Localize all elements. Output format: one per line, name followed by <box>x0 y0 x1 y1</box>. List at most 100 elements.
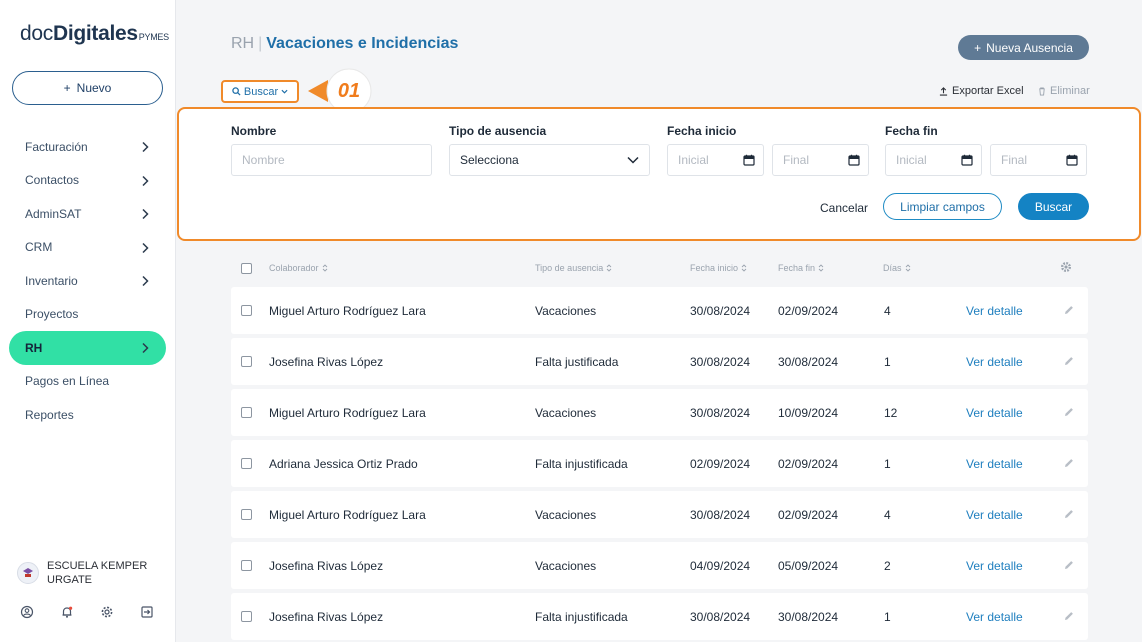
company-info[interactable]: ESCUELA KEMPER URGATE <box>17 559 157 587</box>
column-tipo[interactable]: Tipo de ausencia <box>535 263 612 273</box>
edit-pencil-icon[interactable] <box>1063 559 1075 571</box>
calendar-icon[interactable] <box>743 154 755 166</box>
user-icon[interactable] <box>20 605 34 619</box>
gear-icon[interactable] <box>100 605 114 619</box>
sidebar-item-facturación[interactable]: Facturación <box>0 130 176 164</box>
sidebar-item-label: Reportes <box>25 407 74 422</box>
sidebar-item-adminsat[interactable]: AdminSAT <box>0 197 176 231</box>
export-excel-button[interactable]: Exportar Excel <box>939 85 1024 97</box>
calendar-icon[interactable] <box>961 154 973 166</box>
clear-fields-button[interactable]: Limpiar campos <box>883 193 1002 220</box>
calendar-icon[interactable] <box>1066 154 1078 166</box>
search-icon <box>232 87 241 96</box>
column-fecha-fin[interactable]: Fecha fin <box>778 263 824 273</box>
view-detail-link[interactable]: Ver detalle <box>966 457 1023 471</box>
cell-fecha-fin: 10/09/2024 <box>778 406 839 420</box>
chevron-right-icon <box>142 175 149 186</box>
start-date-initial-input[interactable]: Inicial <box>667 144 764 176</box>
absence-type-select[interactable]: Selecciona <box>449 144 650 176</box>
sidebar-item-rh[interactable]: RH <box>9 331 166 365</box>
end-date-final-input[interactable]: Final <box>990 144 1087 176</box>
sidebar-item-label: CRM <box>25 240 53 255</box>
edit-pencil-icon[interactable] <box>1063 508 1075 520</box>
settings-gear-icon[interactable] <box>1060 261 1072 273</box>
school-icon <box>23 568 33 577</box>
absence-type-value: Selecciona <box>460 153 519 167</box>
edit-pencil-icon[interactable] <box>1063 406 1075 418</box>
view-detail-link[interactable]: Ver detalle <box>966 355 1023 369</box>
cell-fecha-fin: 30/08/2024 <box>778 355 839 369</box>
view-detail-link[interactable]: Ver detalle <box>966 508 1023 522</box>
name-input[interactable]: Nombre <box>231 144 432 176</box>
table-row[interactable]: Miguel Arturo Rodríguez Lara Vacaciones 30… <box>231 389 1088 436</box>
table-row[interactable]: Josefina Rivas López Falta justificada 30/… <box>231 338 1088 385</box>
cell-fecha-inicio: 04/09/2024 <box>690 559 751 573</box>
column-label: Tipo de ausencia <box>535 263 604 273</box>
select-all-checkbox[interactable] <box>241 263 252 274</box>
row-checkbox[interactable] <box>241 458 252 469</box>
new-button[interactable]: + Nuevo <box>12 71 163 105</box>
sidebar-item-inventario[interactable]: Inventario <box>0 264 176 298</box>
cell-colaborador: Josefina Rivas López <box>269 355 384 369</box>
table-row[interactable]: Adriana Jessica Ortiz Prado Falta injusti… <box>231 440 1088 487</box>
column-dias[interactable]: Días <box>883 263 911 273</box>
cell-colaborador: Miguel Arturo Rodríguez Lara <box>269 406 426 420</box>
sidebar-item-label: Inventario <box>25 273 78 288</box>
sidebar-item-proyectos[interactable]: Proyectos <box>0 298 176 332</box>
new-absence-button[interactable]: + Nueva Ausencia <box>958 35 1089 60</box>
column-fecha-inicio[interactable]: Fecha inicio <box>690 263 747 273</box>
cancel-button[interactable]: Cancelar <box>820 201 868 215</box>
end-date-initial-input[interactable]: Inicial <box>885 144 982 176</box>
view-detail-link[interactable]: Ver detalle <box>966 406 1023 420</box>
edit-pencil-icon[interactable] <box>1063 304 1075 316</box>
search-submit-button[interactable]: Buscar <box>1018 193 1089 220</box>
edit-pencil-icon[interactable] <box>1063 457 1075 469</box>
row-checkbox[interactable] <box>241 356 252 367</box>
breadcrumb-rh[interactable]: RH <box>231 35 254 52</box>
delete-button[interactable]: Eliminar <box>1038 85 1090 97</box>
cell-fecha-inicio: 02/09/2024 <box>690 457 751 471</box>
sidebar-item-label: Pagos en Línea <box>25 374 110 389</box>
cell-tipo: Vacaciones <box>535 508 597 522</box>
table-row[interactable]: Josefina Rivas López Falta injustificada 3… <box>231 593 1088 640</box>
calendar-icon[interactable] <box>848 154 860 166</box>
sidebar-item-crm[interactable]: CRM <box>0 231 176 265</box>
sidebar-item-label: Proyectos <box>25 307 79 322</box>
row-checkbox[interactable] <box>241 611 252 622</box>
cell-tipo: Vacaciones <box>535 559 597 573</box>
logo-part-digitales: Digitales <box>52 22 138 45</box>
edit-pencil-icon[interactable] <box>1063 610 1075 622</box>
table-row[interactable]: Miguel Arturo Rodríguez Lara Vacaciones 30… <box>231 287 1088 334</box>
start-date-label: Fecha inicio <box>667 124 737 138</box>
cell-colaborador: Miguel Arturo Rodríguez Lara <box>269 304 426 318</box>
table-row[interactable]: Miguel Arturo Rodríguez Lara Vacaciones 30… <box>231 491 1088 538</box>
search-toggle-button[interactable]: Buscar <box>221 80 299 103</box>
row-checkbox[interactable] <box>241 407 252 418</box>
cell-tipo: Falta injustificada <box>535 610 628 624</box>
sidebar-item-pagos-en-línea[interactable]: Pagos en Línea <box>0 365 176 399</box>
delete-label: Eliminar <box>1050 85 1090 97</box>
logout-icon[interactable] <box>140 605 154 619</box>
sidebar-item-label: Facturación <box>25 139 88 154</box>
view-detail-link[interactable]: Ver detalle <box>966 304 1023 318</box>
bell-icon[interactable] <box>60 605 74 619</box>
column-label: Fecha inicio <box>690 263 739 273</box>
sort-icon <box>322 264 327 272</box>
row-checkbox[interactable] <box>241 509 252 520</box>
sidebar-item-contactos[interactable]: Contactos <box>0 164 176 198</box>
cell-fecha-inicio: 30/08/2024 <box>690 508 751 522</box>
column-colaborador[interactable]: Colaborador <box>269 263 328 273</box>
cell-tipo: Vacaciones <box>535 406 597 420</box>
edit-pencil-icon[interactable] <box>1063 355 1075 367</box>
table-row[interactable]: Josefina Rivas López Vacaciones 04/09/2024… <box>231 542 1088 589</box>
sidebar-item-reportes[interactable]: Reportes <box>0 398 176 432</box>
app-logo[interactable]: docDigitalesPYMES <box>20 22 169 46</box>
name-placeholder: Nombre <box>242 153 285 167</box>
view-detail-link[interactable]: Ver detalle <box>966 559 1023 573</box>
row-checkbox[interactable] <box>241 560 252 571</box>
view-detail-link[interactable]: Ver detalle <box>966 610 1023 624</box>
cell-tipo: Falta injustificada <box>535 457 628 471</box>
start-date-final-input[interactable]: Final <box>772 144 869 176</box>
row-checkbox[interactable] <box>241 305 252 316</box>
column-label: Fecha fin <box>778 263 816 273</box>
